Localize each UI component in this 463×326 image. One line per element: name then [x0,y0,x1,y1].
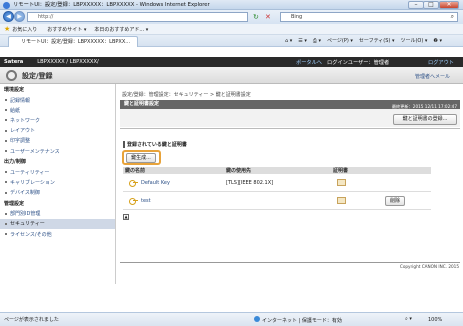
page-top-strip [0,47,463,57]
favorites-star-icon: ★ [4,25,11,33]
certificate-icon[interactable] [337,179,346,186]
sidebar-item-user-maintenance[interactable]: ユーザーメンテナンス [0,146,115,156]
sidebar-item-network[interactable]: ネットワーク [0,115,115,125]
back-button[interactable]: ◀ [3,11,14,22]
url-text: http:// [38,14,54,20]
tab-label: リモートUI：設定/登録：LBPXXXXX：LBPXX... [21,39,131,45]
key-name-link[interactable]: test [141,198,151,204]
table-header: 鍵の名前 鍵の使用先 証明書 [123,167,431,174]
page-bottom-area [0,284,463,312]
generate-key-button[interactable]: 鍵生成... [126,153,156,163]
close-button[interactable]: ✕ [439,1,459,9]
search-input[interactable]: Bing ⌕ [280,12,458,22]
header-certificate: 証明書 [333,168,349,174]
address-bar-row: ◀ ▶ http:// ↻ ✕ Bing ⌕ [0,10,463,24]
favorites-bar: ★ お気に入り おすすめサイト ▾ 本日のおすすめアド... ▾ [0,24,463,35]
footer-divider [120,262,460,263]
tools-menu[interactable]: ツール(O) ▾ [400,37,427,44]
register-key-cert-button[interactable]: 鍵と証明書の登録... [393,114,457,125]
header-key-name: 鍵の名前 [125,168,146,174]
ie-command-bar: ⌂ ▾ ☰ ▾ ⎙ ▾ ページ(P) ▾ セーフティ(S) ▾ ツール(O) ▾… [285,37,442,45]
page-menu[interactable]: ページ(P) ▾ [327,37,353,44]
feeds-icon[interactable]: ☰ ▾ [298,38,307,44]
print-icon[interactable]: ⎙ ▾ [313,38,321,44]
stop-icon[interactable]: ✕ [265,13,271,21]
favorite-link-addons[interactable]: 本日のおすすめアド... ▾ [94,26,148,33]
app-header: Satera LBPXXXXX / LBPXXXXX/ ポータルへ ログインユー… [0,57,463,67]
delete-button[interactable]: 削除 [385,195,405,206]
content-divider [120,128,460,129]
maximize-button[interactable]: □ [423,1,439,9]
scroll-top-icon[interactable]: ▲ [123,214,129,220]
ie-icon [3,2,10,9]
sidebar-item-calibration[interactable]: キャリブレーション [0,177,115,187]
mail-admin-link[interactable]: 管理者へメール [415,73,450,80]
table-row: Default Key [TLS][IEEE 802.1X] [123,174,431,192]
search-icon[interactable]: ⌕ [451,13,454,21]
address-input[interactable]: http:// [27,12,248,22]
zoom-icon[interactable]: ⌕ ▾ [405,316,412,322]
sidebar-item-license[interactable]: ライセンス/その他 [0,229,115,239]
sidebar-item-dept-id[interactable]: 部門別ID管理 [0,209,115,219]
refresh-icon[interactable]: ↻ [253,13,259,21]
sidebar-item-utility[interactable]: ユーティリティー [0,167,115,177]
key-usage: [TLS][IEEE 802.1X] [226,179,274,186]
copyright: Copyright CANON INC. 2015 [399,264,459,269]
sidebar-item-print-adjust[interactable]: 印字調整 [0,136,115,146]
portal-link[interactable]: ポータルへ [296,59,322,66]
tab-bar: リモートUI：設定/登録：LBPXXXXX：LBPXX... ⌂ ▾ ☰ ▾ ⎙… [0,35,463,47]
brand-logo: Satera [4,59,24,65]
main-content: 設定/登録：管理設定：セキュリティー > 鍵と証明書設定 鍵と証明書設定 最終更… [117,84,463,284]
minimize-button[interactable]: – [408,1,424,9]
page-title: 設定/登録 [22,72,53,80]
page-heading-bar: 設定/登録 管理者へメール [0,67,463,84]
settings-gear-icon [6,70,17,81]
sidebar-item-security[interactable]: セキュリティー [0,218,115,230]
sidebar-item-device-control[interactable]: デバイス制御 [0,188,115,198]
security-zone: インターネット | 保護モード：有効 [262,318,342,324]
window-title: リモートUI：設定/登録：LBPXXXXX：LBPXXXXX - Windows… [13,2,210,8]
device-name: LBPXXXXX / LBPXXXXX/ [37,59,99,65]
favorite-link-recommended[interactable]: おすすめサイト ▾ [47,26,86,33]
safety-menu[interactable]: セーフティ(S) ▾ [359,37,395,44]
search-placeholder: Bing [291,14,303,20]
header-key-usage: 鍵の使用先 [226,168,252,174]
browser-tab[interactable]: リモートUI：設定/登録：LBPXXXXX：LBPXX... [8,36,138,47]
key-name-link[interactable]: Default Key [141,180,170,186]
sidebar-section-env: 環境設定 [4,87,25,93]
help-menu[interactable]: ❷ ▾ [433,38,442,44]
forward-button[interactable]: ▶ [14,11,25,22]
status-text: ページが表示されました [4,317,59,323]
favorites-button[interactable]: お気に入り [12,26,37,33]
sidebar-section-admin: 管理設定 [4,200,25,207]
sidebar-item-records[interactable]: 記録情報 [0,95,115,105]
key-table: 鍵の名前 鍵の使用先 証明書 Default Key [TLS][IEEE 80… [123,167,431,210]
globe-icon [254,316,260,322]
certificate-icon[interactable] [337,197,346,204]
key-icon [129,197,138,205]
home-icon[interactable]: ⌂ ▾ [285,38,292,44]
status-bar: ページが表示されました インターネット | 保護モード：有効 ⌕ ▾ 100% [0,312,463,326]
section-title: 登録されている鍵と証明書 [123,141,187,148]
sidebar-item-paper[interactable]: 給紙 [0,105,115,115]
sidebar-item-layout[interactable]: レイアウト [0,126,115,136]
window-title-bar: リモートUI：設定/登録：LBPXXXXX：LBPXXXXX - Windows… [0,0,463,10]
sidebar-section-output: 出力/制御 [4,159,26,166]
table-row: test 削除 [123,192,431,210]
logout-link[interactable]: ログアウト [428,59,454,66]
login-user: ログインユーザー：管理者 [327,59,390,66]
zoom-level[interactable]: 100% [428,317,442,323]
breadcrumb: 設定/登録：管理設定：セキュリティー > 鍵と証明書設定 [122,92,251,98]
key-icon [129,179,138,187]
sidebar: 環境設定 記録情報 給紙 ネットワーク レイアウト 印字調整 ユーザーメンテナン… [0,84,116,284]
